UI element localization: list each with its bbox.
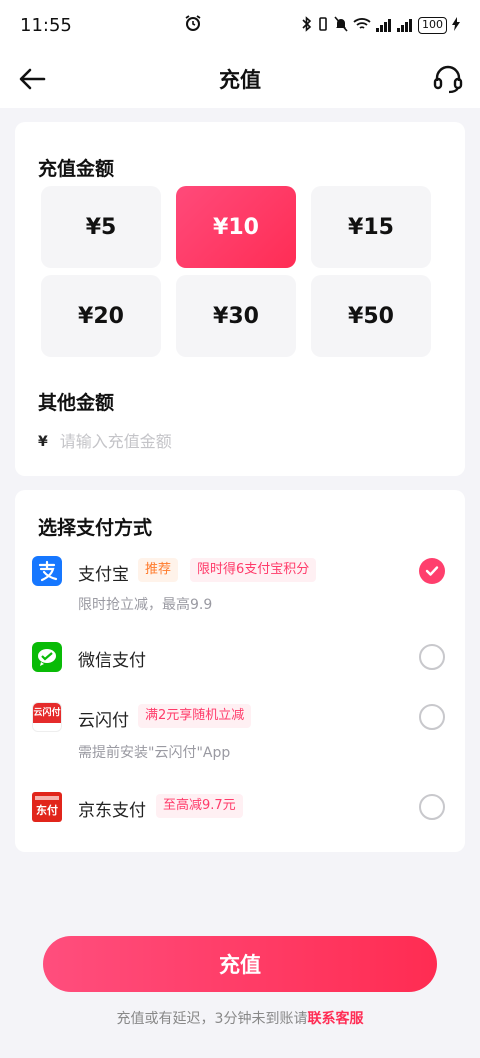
- payment-method-name: 云闪付: [78, 711, 129, 731]
- unionpay-subtitle: 需提前安装"云闪付"App: [78, 745, 231, 761]
- alarm-clock-icon: [184, 14, 202, 36]
- amount-card: 充值金额 ¥5 ¥10 ¥15 ¥20 ¥30 ¥50 其他金额 ¥: [15, 122, 465, 476]
- radio-jdpay[interactable]: [419, 794, 445, 820]
- radio-unionpay[interactable]: [419, 704, 445, 730]
- amount-option-15[interactable]: ¥15: [311, 186, 431, 268]
- radio-alipay-checked[interactable]: [419, 558, 445, 584]
- signal-icon-2: [397, 18, 413, 32]
- promo-badge: 限时得6支付宝积分: [190, 558, 317, 582]
- jd-pay-icon: 东付: [32, 792, 62, 822]
- other-amount-input[interactable]: [59, 432, 360, 451]
- charging-icon: [452, 16, 460, 34]
- payment-method-unionpay[interactable]: 云闪付 云闪付 满2元享随机立减: [15, 698, 465, 738]
- signal-icon-1: [376, 18, 392, 32]
- vibrate-icon: [317, 16, 329, 35]
- currency-symbol: ¥: [38, 433, 48, 450]
- other-amount-row: ¥: [38, 432, 360, 451]
- payment-section-title: 选择支付方式: [38, 517, 153, 539]
- status-time: 11:55: [20, 14, 72, 36]
- amount-section-title: 充值金额: [38, 158, 115, 180]
- alipay-icon: [32, 556, 62, 586]
- amount-option-10[interactable]: ¥10: [176, 186, 296, 268]
- status-icons: 100: [302, 15, 460, 35]
- bluetooth-icon: [302, 15, 312, 35]
- unionpay-logo-text: 云闪付: [33, 703, 61, 723]
- payment-method-alipay[interactable]: 支付宝 推荐 限时得6支付宝积分: [15, 552, 465, 592]
- battery-icon: 100: [418, 16, 447, 34]
- amount-option-20[interactable]: ¥20: [41, 275, 161, 357]
- footer-note-text: 充值或有延迟，3分钟未到账请: [116, 1011, 308, 1027]
- payment-method-name: 京东支付: [78, 801, 146, 821]
- recommend-badge: 推荐: [138, 558, 179, 582]
- payment-method-wechat[interactable]: 微信支付: [15, 638, 465, 678]
- page-header: 充值: [0, 50, 480, 108]
- page-title: 充值: [219, 68, 261, 92]
- amount-option-50[interactable]: ¥50: [311, 275, 431, 357]
- payment-method-name: 支付宝: [78, 565, 129, 585]
- status-bar: 11:55 100: [0, 0, 480, 50]
- wifi-icon: [353, 17, 371, 34]
- amount-options-grid: ¥5 ¥10 ¥15 ¥20 ¥30 ¥50: [41, 186, 431, 357]
- wechat-pay-icon: [32, 642, 62, 672]
- payment-method-jdpay[interactable]: 东付 京东支付 至高减9.7元: [15, 788, 465, 828]
- other-amount-title: 其他金额: [38, 392, 115, 414]
- jd-logo-text: 东付: [36, 804, 58, 817]
- payment-method-name: 微信支付: [78, 651, 146, 671]
- radio-wechat[interactable]: [419, 644, 445, 670]
- amount-option-5[interactable]: ¥5: [41, 186, 161, 268]
- recharge-button[interactable]: 充值: [43, 936, 437, 992]
- promo-badge: 满2元享随机立减: [138, 704, 252, 728]
- footer-note: 充值或有延迟，3分钟未到账请联系客服: [0, 1008, 480, 1028]
- unionpay-quickpass-icon: 云闪付: [32, 702, 62, 732]
- alipay-subtitle: 限时抢立减，最高9.9: [78, 597, 213, 613]
- promo-badge: 至高减9.7元: [156, 794, 243, 818]
- mute-icon: [334, 15, 348, 35]
- arrow-left-icon[interactable]: [18, 64, 48, 94]
- headset-icon[interactable]: [432, 63, 464, 95]
- contact-support-link[interactable]: 联系客服: [307, 1011, 363, 1027]
- payment-card: 选择支付方式 支付宝 推荐 限时得6支付宝积分 限时抢立减，最高9.9 微信支付…: [15, 490, 465, 852]
- amount-option-30[interactable]: ¥30: [176, 275, 296, 357]
